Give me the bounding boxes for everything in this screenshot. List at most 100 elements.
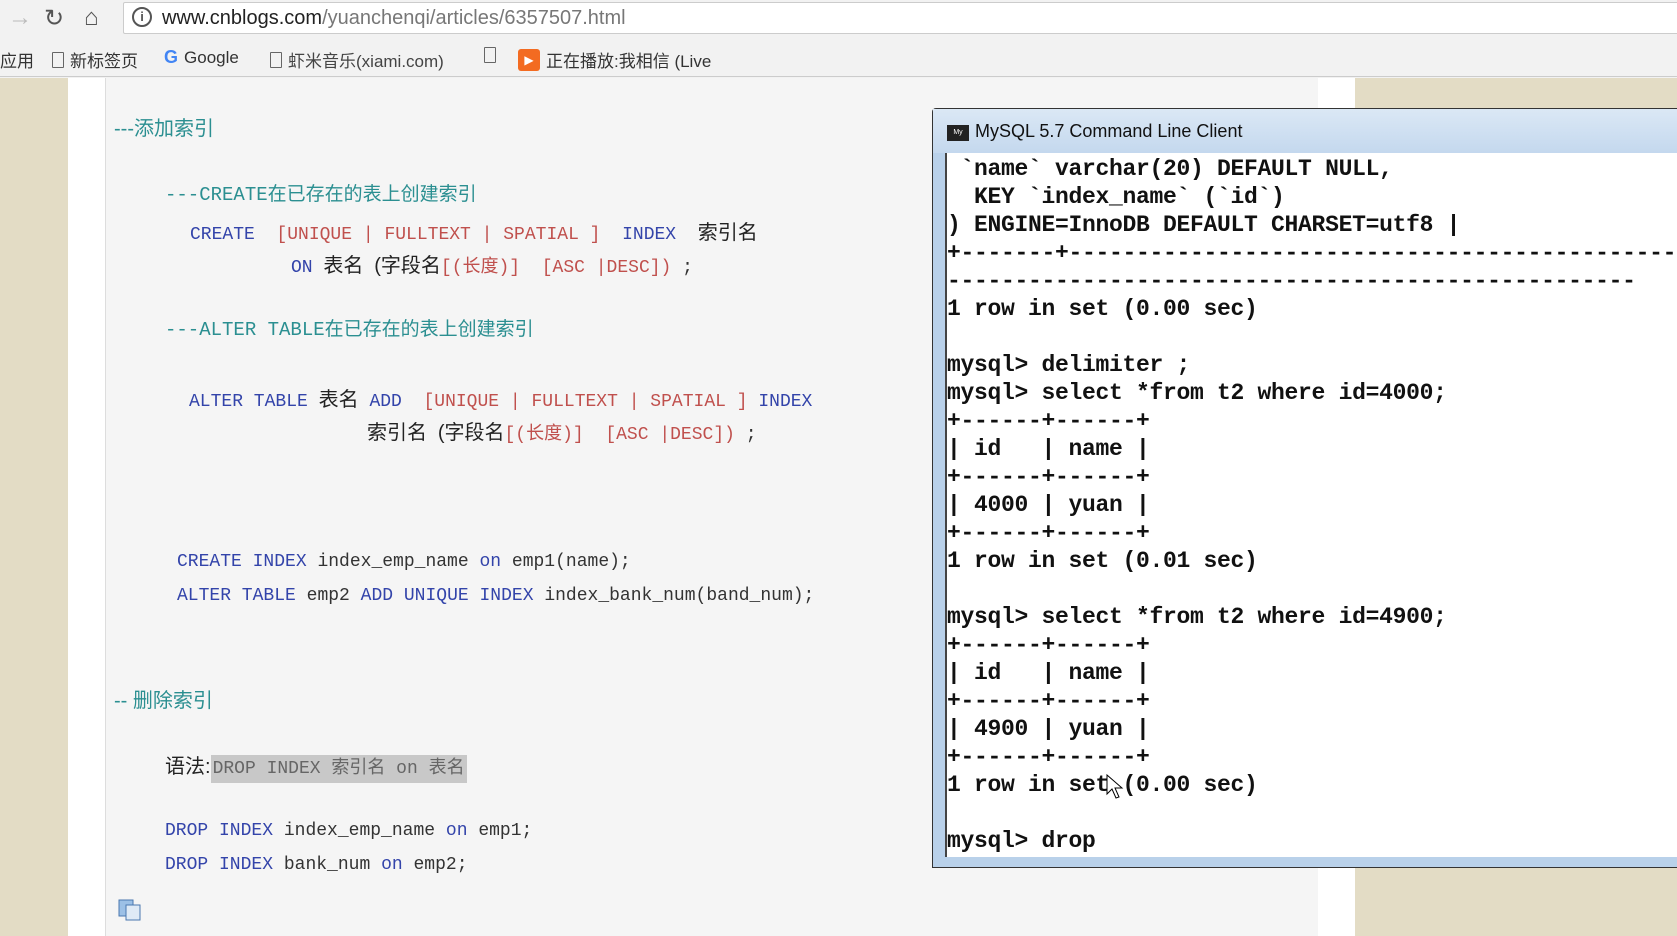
terminal-output: `name` varchar(20) DEFAULT NULL, KEY `in… [947, 153, 1677, 855]
mysql-app-icon: My [947, 125, 969, 141]
terminal-line: +-------+-------------------------------… [947, 240, 1677, 266]
terminal-line: | 4900 | yuan | [947, 716, 1150, 742]
terminal-line: +------+------+ [947, 408, 1150, 434]
terminal-line: | 4000 | yuan | [947, 492, 1150, 518]
forward-icon[interactable]: → [8, 4, 32, 32]
options: [UNIQUE | FULLTEXT | SPATIAL ] [276, 225, 601, 245]
terminal-line: 1 row in set (0.01 sec) [947, 548, 1258, 574]
heading-alter: ---ALTER TABLE在已存在的表上创建索引 [165, 319, 534, 341]
identifier: index_emp_name [317, 552, 469, 572]
keyword: DROP INDEX [165, 855, 274, 875]
identifier: index_bank_num(band_num); [544, 586, 815, 606]
bookmark-label: Google [184, 47, 239, 67]
keyword: on [445, 821, 468, 841]
terminal-line: mysql> select *from t2 where id=4000; [947, 380, 1447, 406]
semicolon: ; [745, 425, 757, 445]
bookmark-apps[interactable]: 应用 [0, 47, 34, 72]
terminal-line: mysql> drop [947, 828, 1096, 854]
field: (字段名 [437, 422, 505, 444]
terminal-line: | id | name | [947, 660, 1150, 686]
field: (字段名 [374, 255, 441, 277]
mysql-client-window[interactable]: My MySQL 5.7 Command Line Client `name` … [932, 108, 1677, 868]
keyword: CREATE INDEX [177, 552, 307, 572]
address-bar[interactable]: i www.cnblogs.com/yuanchenqi/articles/63… [123, 2, 1677, 34]
terminal-line: +------+------+ [947, 632, 1150, 658]
google-icon: G [164, 47, 179, 67]
identifier: bank_num [283, 855, 371, 875]
bookmark-new-tab[interactable]: 新标签页 [52, 47, 138, 72]
keyword: ALTER TABLE [177, 586, 296, 606]
url-path: /yuanchenqi/articles/6357507.html [322, 7, 626, 29]
length: [(长度)] [504, 425, 584, 445]
terminal-line: mysql> select *from t2 where id=4900; [947, 604, 1447, 630]
table-name: 表名 [318, 389, 359, 411]
terminal-line: 1 row in set (0.00 sec) [947, 772, 1258, 798]
keyword: on [381, 855, 403, 875]
play-icon: ▶ [518, 48, 540, 71]
bookmark-label: 虾米音乐(xiami.com) [288, 52, 444, 71]
create-syntax-line1: CREATE [UNIQUE | FULLTEXT | SPATIAL ] IN… [190, 216, 758, 245]
bookmark-blank[interactable] [484, 47, 496, 63]
options: [UNIQUE | FULLTEXT | SPATIAL ] [423, 392, 748, 412]
alter-syntax-line1: ALTER TABLE 表名 ADD [UNIQUE | FULLTEXT | … [189, 383, 812, 412]
bookmark-xiami[interactable]: 虾米音乐(xiami.com) [270, 47, 444, 72]
keyword: DROP INDEX [165, 821, 274, 841]
identifier: emp2 [306, 586, 350, 606]
terminal-line: mysql> delimiter ; [947, 352, 1191, 378]
terminal-line: KEY `index_name` (`id`) [947, 184, 1285, 210]
terminal-line: ) ENGINE=InnoDB DEFAULT CHARSET=utf8 | [947, 212, 1461, 238]
syntax-highlight: DROP INDEX 索引名 on 表名 [210, 755, 467, 783]
bookmark-label: 应用 [0, 52, 34, 71]
file-icon [484, 47, 496, 63]
index-name: 索引名 [697, 222, 758, 244]
terminal-line: `name` varchar(20) DEFAULT NULL, [947, 156, 1393, 182]
copy-code-icon[interactable] [117, 899, 143, 921]
terminal-line: +------+------+ [947, 688, 1150, 714]
identifier: emp1(name); [511, 552, 631, 572]
reload-icon[interactable]: ↻ [44, 4, 64, 33]
terminal-line: +------+------+ [947, 744, 1150, 770]
terminal-line: 1 row in set (0.00 sec) [947, 296, 1258, 322]
bookmark-google[interactable]: G Google [164, 47, 239, 68]
length: [(长度)] [440, 258, 521, 278]
keyword: CREATE [190, 225, 255, 245]
table-name: 表名 [323, 255, 364, 277]
window-title: MySQL 5.7 Command Line Client [975, 121, 1243, 141]
window-title-bar[interactable]: My MySQL 5.7 Command Line Client [933, 109, 1677, 153]
terminal-line: +------+------+ [947, 520, 1150, 546]
create-syntax-line2: ON 表名 (字段名[(长度)] [ASC |DESC]) ; [291, 249, 693, 278]
syntax-label: 语法: [165, 756, 211, 778]
bookmark-label: 新标签页 [70, 52, 138, 71]
keyword: ON [291, 258, 313, 278]
example-drop-2: DROP INDEX bank_num on emp2; [165, 855, 468, 875]
bookmarks-bar: 应用 新标签页 G Google 虾米音乐(xiami.com) ▶ 正在播放:我相… [0, 38, 1677, 77]
alter-syntax-line2: 索引名 (字段名[(长度)] [ASC |DESC]) ; [367, 416, 757, 445]
url-text: www.cnblogs.com/yuanchenqi/articles/6357… [162, 7, 626, 30]
info-icon[interactable]: i [132, 7, 152, 27]
terminal-screen[interactable]: `name` varchar(20) DEFAULT NULL, KEY `in… [945, 153, 1677, 857]
example-create: CREATE INDEX index_emp_name on emp1(name… [177, 552, 631, 572]
keyword: ADD [369, 392, 402, 412]
keyword: ALTER TABLE [189, 392, 308, 412]
heading-create: ---CREATE在已存在的表上创建索引 [165, 184, 477, 206]
file-icon [270, 51, 282, 68]
browser-toolbar: → ↻ ⌂ i www.cnblogs.com/yuanchenqi/artic… [0, 0, 1677, 38]
terminal-line: +------+------+ [947, 464, 1150, 490]
index-name: 索引名 [367, 422, 427, 444]
heading-add-index: ---添加索引 [114, 118, 214, 140]
example-drop-1: DROP INDEX index_emp_name on emp1; [165, 821, 532, 841]
identifier: index_emp_name [283, 821, 436, 841]
bookmark-playing[interactable]: ▶ 正在播放:我相信 (Live [518, 47, 711, 72]
keyword: INDEX [622, 225, 677, 245]
example-alter: ALTER TABLE emp2 ADD UNIQUE INDEX index_… [177, 586, 814, 606]
terminal-line: ----------------------------------------… [947, 268, 1636, 294]
bookmark-label: 正在播放:我相信 (Live [546, 52, 712, 71]
keyword: INDEX [758, 392, 813, 412]
heading-drop-index: -- 删除索引 [114, 690, 213, 712]
file-icon [52, 51, 64, 68]
semicolon: ; [682, 258, 693, 278]
home-icon[interactable]: ⌂ [84, 4, 99, 32]
order: [ASC |DESC]) [541, 258, 672, 278]
